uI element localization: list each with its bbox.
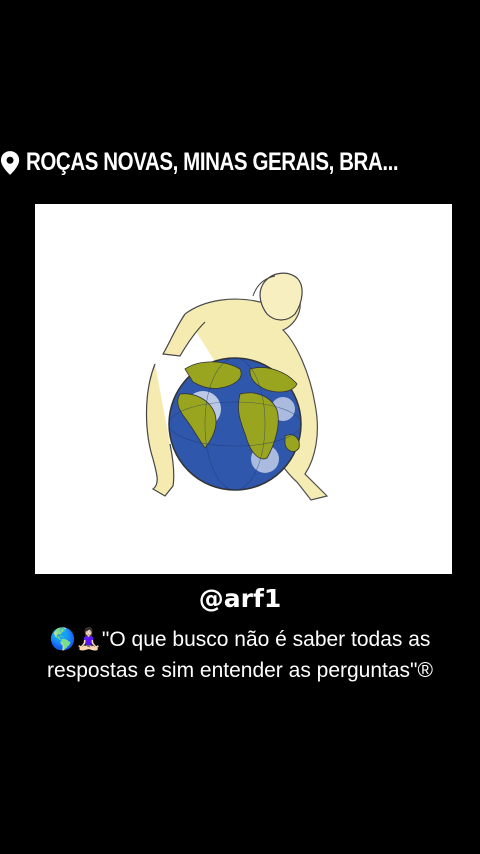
caption-text: 🌎🧘🏻‍♀️"O que busco não é saber todas as … (40, 624, 440, 686)
earth-meditation-emojis: 🌎🧘🏻‍♀️ (49, 628, 102, 651)
caption-quote: "O que busco não é saber todas as respos… (47, 628, 433, 682)
location-sticker[interactable]: ROÇAS NOVAS, MINAS GERAIS, BRA... (0, 148, 480, 177)
location-text: ROÇAS NOVAS, MINAS GERAIS, BRA... (26, 148, 399, 176)
earth-hug-illustration (35, 204, 452, 574)
map-pin-icon (0, 150, 20, 175)
mention-sticker[interactable]: @arf1 (0, 584, 480, 613)
shared-image[interactable] (35, 204, 452, 574)
